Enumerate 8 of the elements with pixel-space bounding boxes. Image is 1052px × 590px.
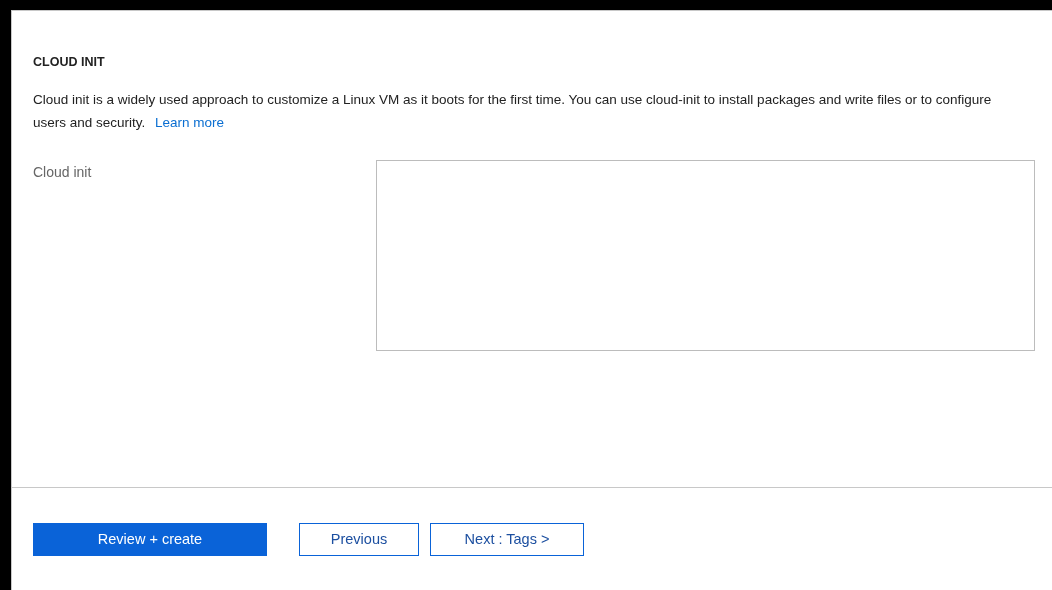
review-create-button[interactable]: Review + create (33, 523, 267, 556)
section-heading: CLOUD INIT (33, 54, 106, 71)
learn-more-link[interactable]: Learn more (155, 115, 225, 130)
field-label: Cloud init (33, 163, 93, 180)
cloud-init-field[interactable] (376, 160, 1035, 351)
description-text: Cloud init is a widely used approach to customize a Linux VM as it boots for the first time. You can use cloud-init to install packages and write files or to configure users and security. Learn more (33, 91, 993, 132)
nav-button[interactable]: Next : Tags > (430, 523, 584, 556)
nav-button[interactable]: Previous (299, 523, 419, 556)
